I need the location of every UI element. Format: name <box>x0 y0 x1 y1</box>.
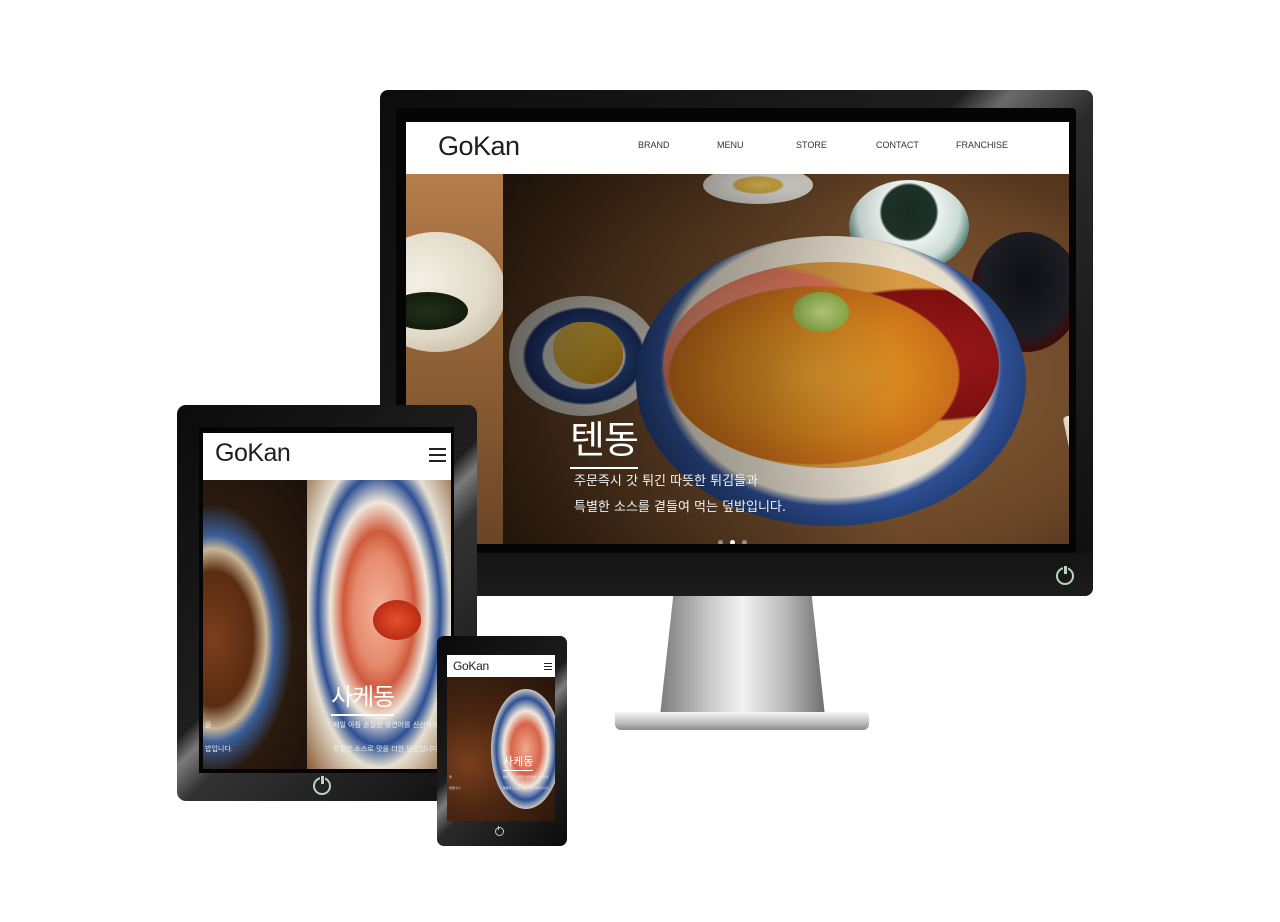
nav-store[interactable]: STORE <box>796 140 827 150</box>
slider-dot-2[interactable] <box>730 540 735 544</box>
power-icon <box>313 776 331 795</box>
hero-description-line-2: 특별한 소스로 맛을 더한 덮밥입니다. <box>333 745 441 753</box>
prev-slide-text-2: 밥입니다. <box>205 745 233 753</box>
monitor-stand-base <box>615 712 869 730</box>
prev-slide-text-1: 을 <box>449 775 452 779</box>
hamburger-menu-icon[interactable] <box>429 448 446 462</box>
hero-prev-slide <box>203 480 307 769</box>
hero-title: 사케동 <box>331 677 395 716</box>
phone-screen: GoKan 사케동 매일 아침 손질한 생연어를 신선하게 특별한 소스로 맛을… <box>447 655 555 821</box>
nav-contact[interactable]: CONTACT <box>876 140 919 150</box>
hero-description-line-1: 주문즉시 갓 튀긴 따뜻한 튀김들과 <box>574 474 758 489</box>
prev-slide-text-2: 밥입니다. <box>449 786 461 790</box>
power-icon <box>495 826 504 836</box>
power-icon <box>1056 566 1074 585</box>
hero-slider[interactable] <box>447 677 555 821</box>
hero-description-line-1: 매일 아침 손질한 생연어를 신선하게 <box>333 721 439 729</box>
food-image-side-bowl <box>406 232 506 352</box>
site-header: GoKan BRAND MENU STORE CONTACT FRANCHISE <box>406 122 1069 174</box>
site-logo[interactable]: GoKan <box>453 659 489 673</box>
hamburger-menu-icon[interactable] <box>544 663 552 671</box>
hero-description-line-2: 특별한 소스로 맛을 더한 덮밥입니다. <box>503 786 550 790</box>
hero-slide-image <box>491 689 555 809</box>
monitor-stand <box>660 596 825 716</box>
slider-dot-1[interactable] <box>718 540 723 544</box>
site-logo[interactable]: GoKan <box>215 439 291 468</box>
nav-brand[interactable]: BRAND <box>638 140 670 150</box>
hero-slider[interactable]: 텐동 주문즉시 갓 튀긴 따뜻한 튀김들과 특별한 소스를 곁들여 먹는 덮밥입… <box>406 174 1069 544</box>
slider-pagination <box>718 540 758 544</box>
site-logo[interactable]: GoKan <box>438 131 520 162</box>
nav-menu[interactable]: MENU <box>717 140 744 150</box>
food-image-salmon-roe <box>373 600 421 640</box>
monitor-chin <box>380 553 1093 596</box>
prev-slide-text-1: 을 <box>205 721 212 729</box>
desktop-screen: GoKan BRAND MENU STORE CONTACT FRANCHISE… <box>406 122 1069 544</box>
slider-dot-3[interactable] <box>742 540 747 544</box>
hero-description-line-1: 매일 아침 손질한 생연어를 신선하게 <box>503 775 549 779</box>
hero-title: 텐동 <box>570 409 639 469</box>
hero-description-line-2: 특별한 소스를 곁들여 먹는 덮밥입니다. <box>574 500 787 515</box>
nav-franchise[interactable]: FRANCHISE <box>956 140 1008 150</box>
hero-title: 사케동 <box>503 753 534 771</box>
tablet-screen: GoKan 사케동 매일 아침 손질한 생연어를 신선하게 특별한 소스로 맛을… <box>203 433 451 769</box>
